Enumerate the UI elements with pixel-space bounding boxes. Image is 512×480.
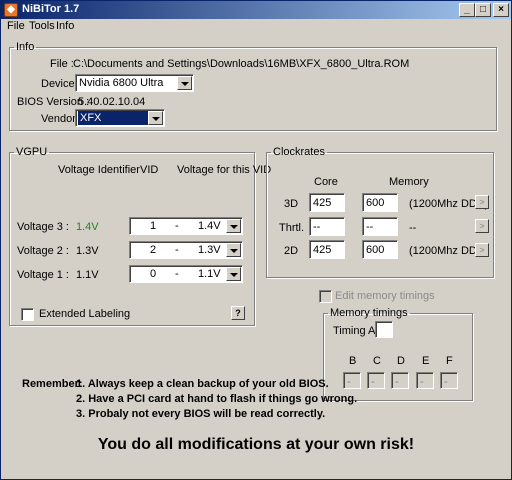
menu-tools[interactable]: Tools: [29, 20, 55, 32]
title-bar[interactable]: ◆ NiBiTor 1.7 _ □ ×: [1, 1, 511, 19]
voltage-2-sep: -: [175, 244, 179, 256]
vendor-value: XFX: [78, 111, 148, 125]
timing-d-letter: D: [397, 355, 405, 367]
core-3d-input[interactable]: 425: [309, 193, 345, 212]
chevron-down-icon[interactable]: [226, 243, 241, 257]
memory-header: Memory: [389, 176, 429, 188]
chevron-down-icon[interactable]: [148, 111, 163, 125]
timing-e-letter: E: [422, 355, 430, 367]
info-legend: Info: [16, 41, 35, 53]
remember-line-2: 2. Have a PCI card at hand to flash if t…: [76, 393, 358, 405]
chevron-down-icon[interactable]: [226, 267, 241, 281]
timing-c-letter: C: [373, 355, 381, 367]
edit-memory-timings-label: Edit memory timings: [335, 290, 435, 302]
menu-info[interactable]: Info: [56, 20, 74, 32]
voltage-1-select[interactable]: 0 - 1.1V: [129, 265, 243, 283]
clock-3d-label: 3D: [284, 198, 299, 210]
device-select[interactable]: Nvidia 6800 Ultra: [75, 74, 194, 92]
chevron-down-icon[interactable]: [177, 76, 192, 90]
apply-3d-button[interactable]: >: [475, 195, 489, 209]
core-3d-value: 425: [313, 197, 332, 209]
voltage-2-value: 1.3V: [198, 244, 221, 256]
timing-c-value: -: [371, 376, 375, 388]
file-label: File :: [50, 58, 74, 70]
core-2d-value: 425: [313, 244, 332, 256]
timing-d-input[interactable]: -: [391, 372, 409, 389]
timing-a-label: Timing A:: [333, 325, 379, 337]
vgpu-legend: VGPU: [16, 146, 48, 158]
voltage-2-label: Voltage 2 :: [17, 245, 69, 257]
minimize-button[interactable]: _: [459, 3, 475, 17]
core-2d-input[interactable]: 425: [309, 240, 345, 259]
extended-labeling-checkbox[interactable]: [21, 308, 34, 321]
vid-header: VID: [140, 164, 159, 176]
timing-f-letter: F: [446, 355, 453, 367]
timing-f-input[interactable]: -: [440, 372, 458, 389]
extended-labeling-label: Extended Labeling: [39, 308, 131, 320]
voltage-3-identifier: 1.4V: [76, 221, 99, 233]
main-window: ◆ NiBiTor 1.7 _ □ × File Tools Info Info…: [0, 0, 512, 480]
menu-bar: File Tools Info: [1, 19, 511, 37]
memory-thrtl-value: --: [366, 221, 374, 233]
apply-thrtl-button[interactable]: >: [475, 219, 489, 233]
bios-version-value: 5.40.02.10.04: [78, 96, 146, 108]
memory-3d-value: 600: [366, 197, 385, 209]
file-path: C:\Documents and Settings\Downloads\16MB…: [73, 58, 410, 70]
remember-line-3: 3. Probaly not every BIOS will be read c…: [76, 408, 326, 420]
timing-e-value: -: [420, 376, 424, 388]
timing-b-letter: B: [349, 355, 357, 367]
voltage-3-value: 1.4V: [198, 220, 221, 232]
risk-warning: You do all modifications at your own ris…: [97, 436, 415, 453]
voltage-3-vid: 1: [150, 220, 157, 232]
remember-title: Remember:: [22, 378, 83, 390]
vendor-select[interactable]: XFX: [75, 109, 165, 127]
voltage-1-identifier: 1.1V: [76, 269, 99, 281]
core-thrtl-input[interactable]: --: [309, 217, 345, 236]
voltage-1-value: 1.1V: [198, 268, 221, 280]
clockrates-legend: Clockrates: [273, 146, 325, 158]
core-thrtl-value: --: [313, 221, 321, 233]
clock-2d-label: 2D: [284, 245, 299, 257]
voltage-3-select[interactable]: 1 - 1.4V: [129, 217, 243, 235]
edit-memory-timings-checkbox[interactable]: [319, 290, 332, 303]
menu-file[interactable]: File: [7, 20, 25, 32]
nibitor-app-icon[interactable]: ◆: [4, 3, 18, 17]
ddr-thrtl-label: --: [409, 222, 417, 234]
voltage-2-identifier: 1.3V: [76, 245, 99, 257]
timing-f-value: -: [444, 376, 448, 388]
window-title: NiBiTor 1.7: [22, 3, 80, 15]
device-value: Nvidia 6800 Ultra: [79, 77, 164, 89]
memory-2d-value: 600: [366, 244, 385, 256]
timing-a-input[interactable]: [375, 321, 393, 338]
voltage-1-label: Voltage 1 :: [17, 269, 69, 281]
timing-b-value: -: [347, 376, 351, 388]
voltage-1-vid: 0: [150, 268, 157, 280]
voltage-3-sep: -: [175, 220, 179, 232]
remember-line-1: 1. Always keep a clean backup of your ol…: [76, 378, 329, 390]
voltage-for-vid-header: Voltage for this VID: [177, 164, 272, 176]
maximize-button[interactable]: □: [475, 3, 491, 17]
memory-2d-input[interactable]: 600: [362, 240, 398, 259]
timing-c-input[interactable]: -: [367, 372, 385, 389]
memory-3d-input[interactable]: 600: [362, 193, 398, 212]
voltage-identifier-header: Voltage Identifier: [58, 164, 140, 176]
help-button[interactable]: ?: [231, 306, 245, 320]
voltage-1-sep: -: [175, 268, 179, 280]
memory-timings-legend: Memory timings: [330, 307, 408, 319]
apply-2d-button[interactable]: >: [475, 243, 489, 257]
clock-thrtl-label: Thrtl.: [279, 222, 305, 234]
voltage-3-label: Voltage 3 :: [17, 221, 69, 233]
core-header: Core: [314, 176, 338, 188]
voltage-2-select[interactable]: 2 - 1.3V: [129, 241, 243, 259]
timing-e-input[interactable]: -: [416, 372, 434, 389]
chevron-down-icon[interactable]: [226, 219, 241, 233]
timing-b-input[interactable]: -: [343, 372, 361, 389]
memory-thrtl-input[interactable]: --: [362, 217, 398, 236]
voltage-2-vid: 2: [150, 244, 157, 256]
close-button[interactable]: ×: [493, 3, 509, 17]
timing-d-value: -: [395, 376, 399, 388]
